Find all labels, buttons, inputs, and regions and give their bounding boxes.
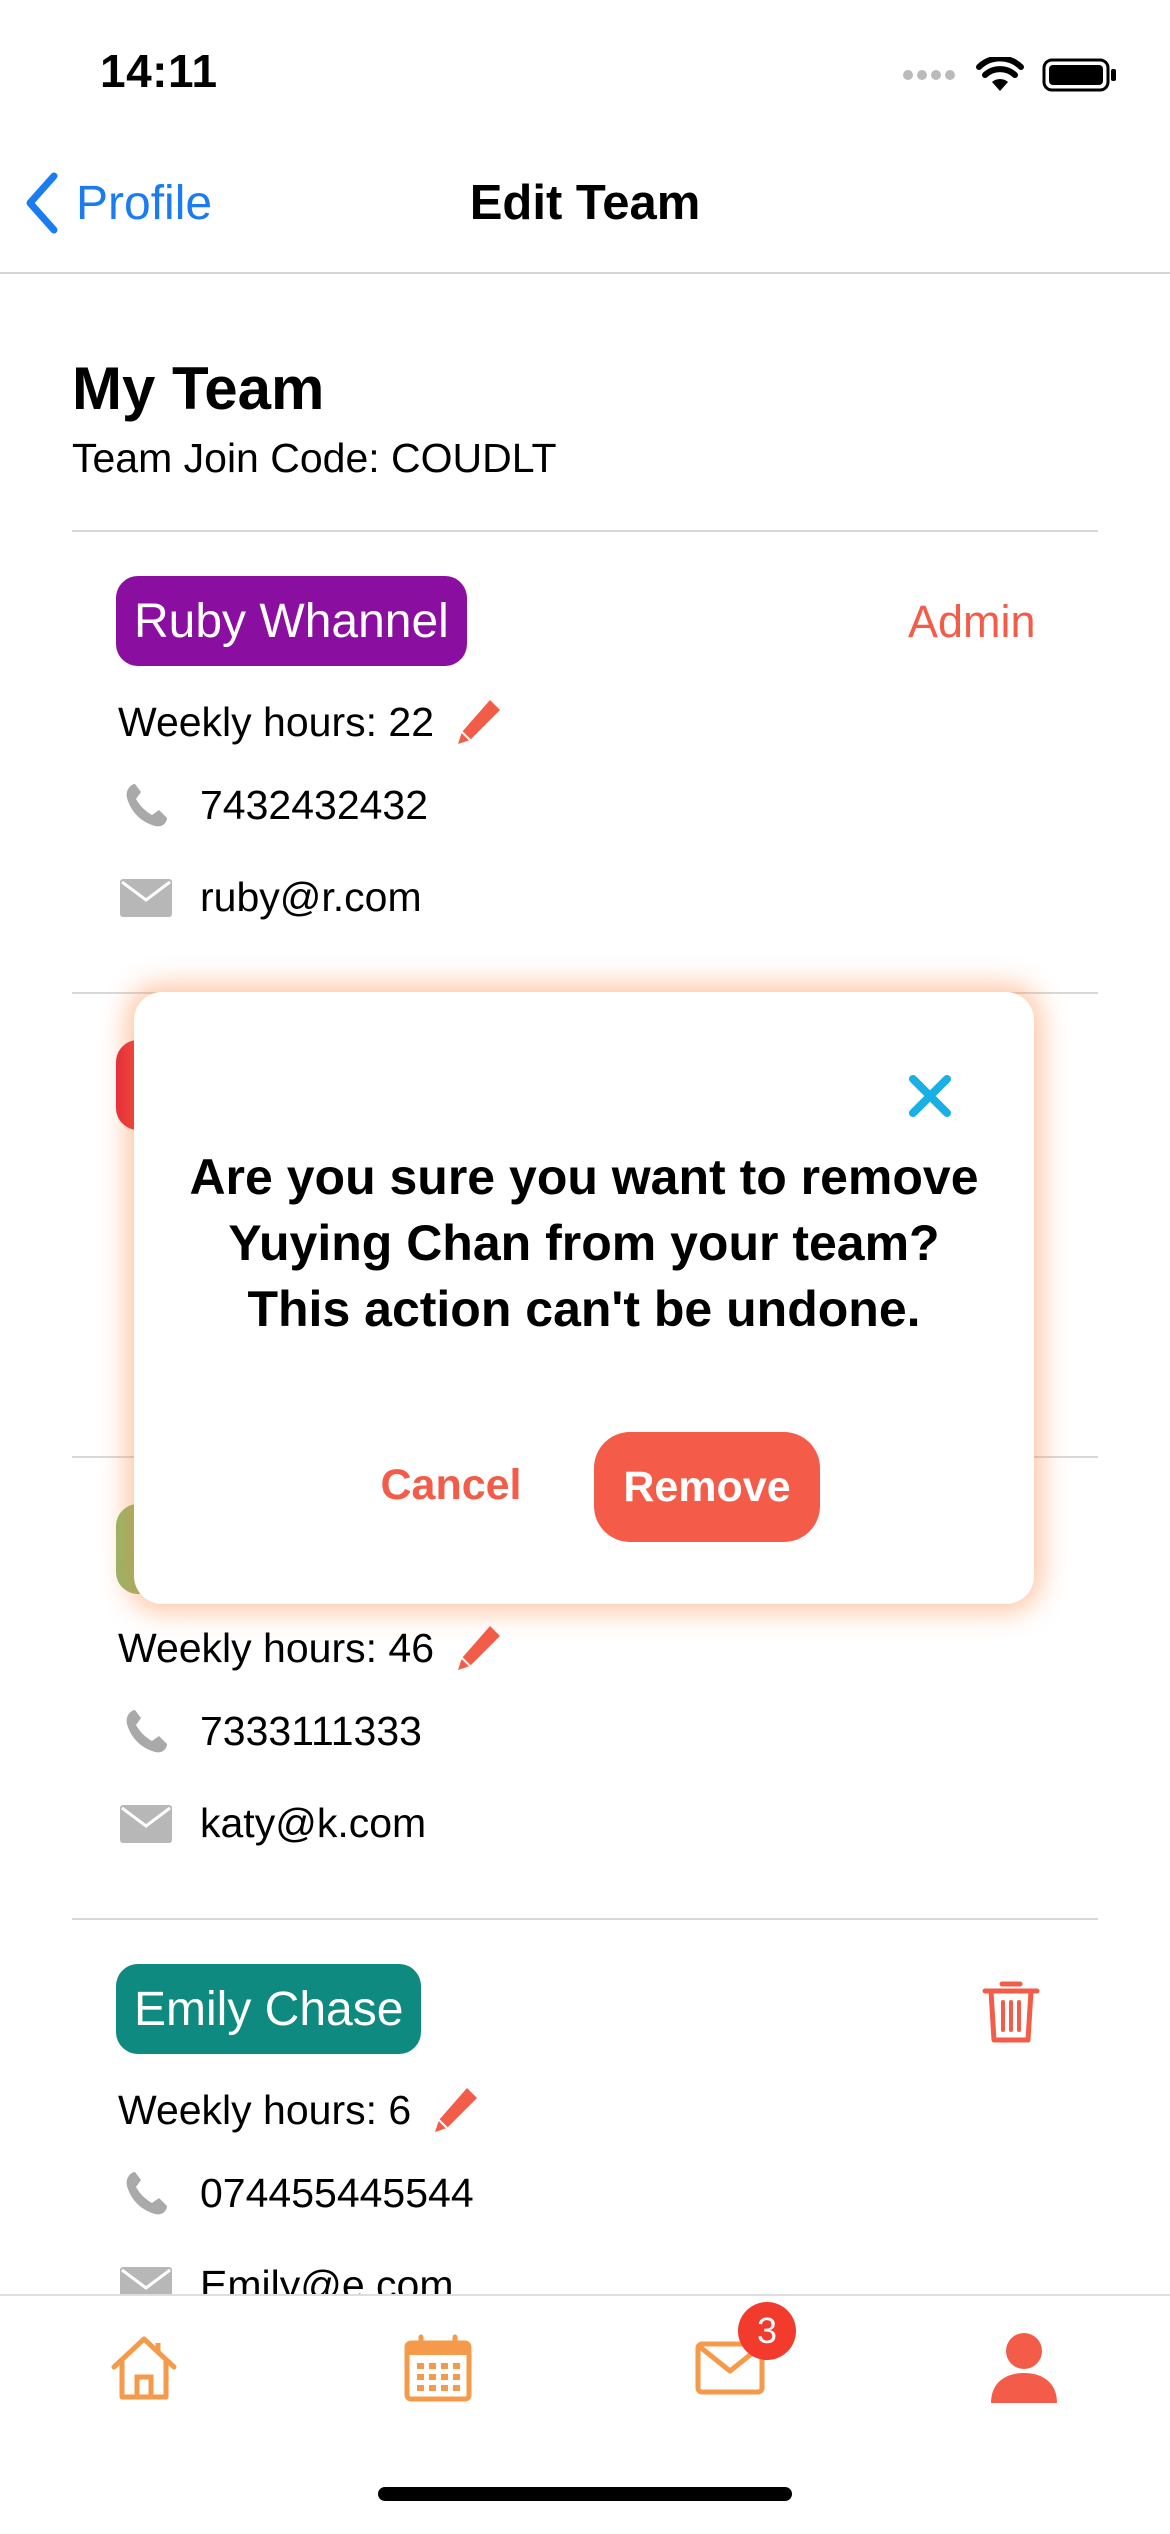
tab-profile[interactable] xyxy=(976,2320,1072,2416)
mail-icon xyxy=(120,1804,172,1843)
cancel-button[interactable]: Cancel xyxy=(366,1430,536,1540)
edit-pencil-icon[interactable] xyxy=(450,1620,506,1676)
phone-row: 7333111333 xyxy=(118,1706,422,1756)
home-indicator xyxy=(378,2487,792,2501)
team-join-code: Team Join Code: COUDLT xyxy=(72,435,557,481)
person-icon xyxy=(991,2333,1057,2403)
tab-calendar[interactable] xyxy=(390,2320,486,2416)
weekly-hours-row: Weekly hours: 6 xyxy=(118,2082,483,2138)
member-name-badge: Ruby Whannel xyxy=(116,576,467,666)
tab-home[interactable] xyxy=(96,2320,192,2416)
email-address: ruby@r.com xyxy=(200,874,422,920)
email-row: katy@k.com xyxy=(118,1800,426,1847)
weekly-hours-row: Weekly hours: 46 xyxy=(118,1620,506,1676)
dialog-message: Are you sure you want to remove Yuying C… xyxy=(189,1149,979,1337)
phone-icon xyxy=(126,2172,167,2215)
wifi-icon xyxy=(976,57,1024,91)
divider xyxy=(72,1918,1098,1920)
status-icons xyxy=(902,50,1118,100)
phone-number: 074455445544 xyxy=(200,2169,474,2216)
phone-number: 7432432432 xyxy=(200,781,429,828)
mail-icon xyxy=(120,878,172,917)
admin-label: Admin xyxy=(908,596,1036,647)
nav-divider xyxy=(0,272,1170,274)
email-row: ruby@r.com xyxy=(118,874,422,921)
notification-badge: 3 xyxy=(738,2302,796,2360)
weekly-hours-text: Weekly hours: 6 xyxy=(118,2086,412,2133)
phone-row: 074455445544 xyxy=(118,2168,474,2218)
delete-member-button[interactable] xyxy=(982,1978,1040,2049)
trash-icon xyxy=(982,1981,1040,2043)
weekly-hours-row: Weekly hours: 22 xyxy=(118,694,506,750)
phone-number: 7333111333 xyxy=(200,1707,422,1754)
weekly-hours-text: Weekly hours: 46 xyxy=(118,1624,435,1671)
signal-icon xyxy=(903,70,955,80)
phone-row: 7432432432 xyxy=(118,780,428,830)
edit-pencil-icon[interactable] xyxy=(450,694,506,750)
member-name-badge: Emily Chase xyxy=(116,1964,422,2054)
remove-button[interactable]: Remove xyxy=(594,1432,820,1542)
divider xyxy=(72,530,1098,532)
team-title: My Team xyxy=(72,355,325,422)
status-time: 14:11 xyxy=(100,45,218,97)
page-title: Edit Team xyxy=(469,176,701,230)
close-icon xyxy=(909,1075,951,1117)
edit-pencil-icon[interactable] xyxy=(427,2082,483,2138)
close-dialog-button[interactable] xyxy=(902,1068,958,1124)
weekly-hours-text: Weekly hours: 22 xyxy=(118,698,435,745)
phone-icon xyxy=(126,784,167,827)
email-address: katy@k.com xyxy=(200,1800,427,1846)
phone-icon xyxy=(126,1710,167,1753)
calendar-icon xyxy=(404,2334,472,2402)
battery-icon xyxy=(1042,58,1116,92)
home-icon xyxy=(111,2336,177,2400)
